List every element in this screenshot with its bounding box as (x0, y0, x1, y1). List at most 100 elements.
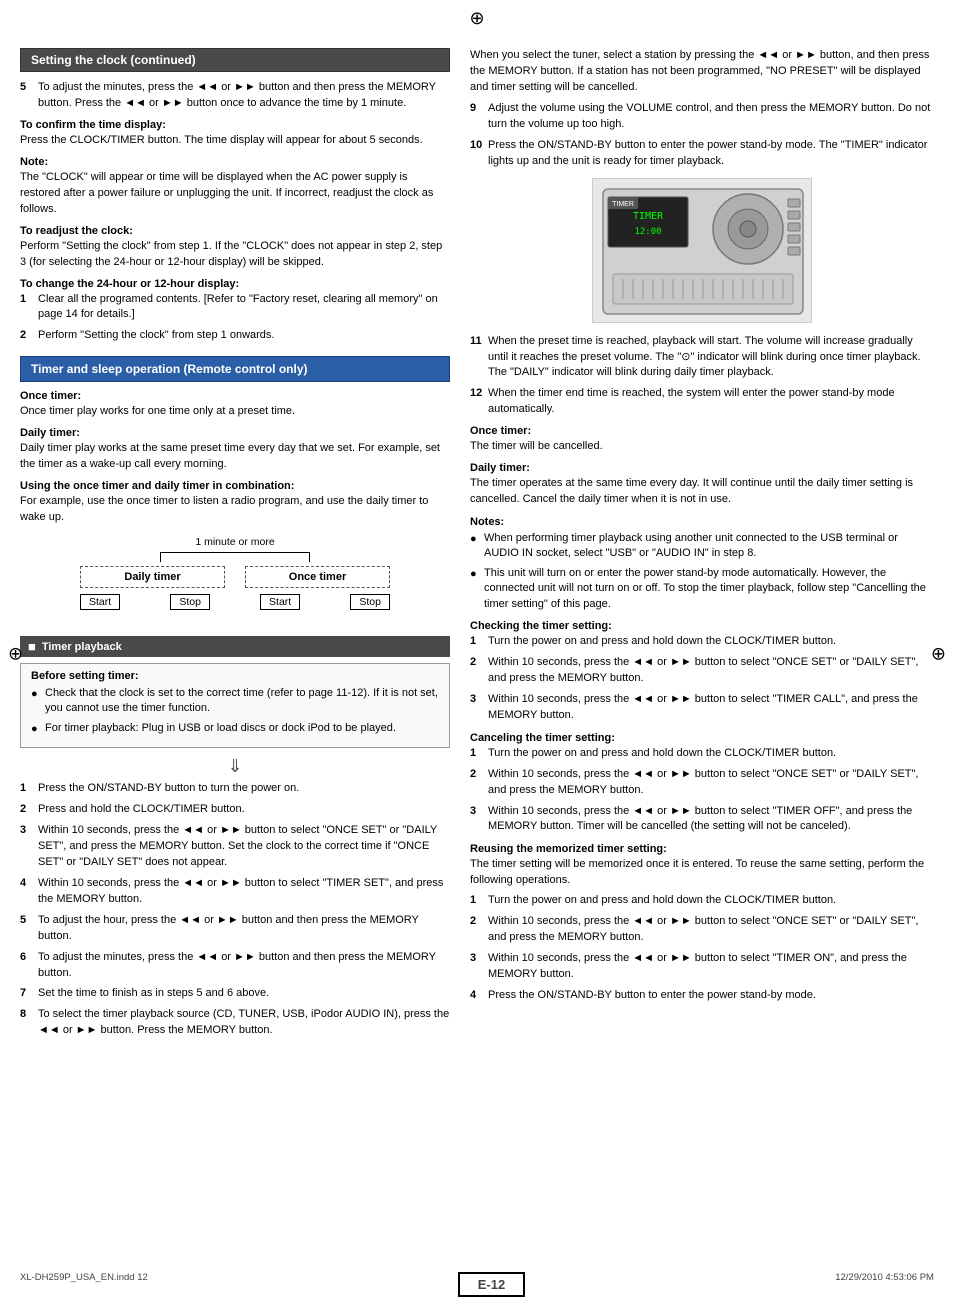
diagram-stop1: Stop (170, 594, 210, 610)
change24-step1-num: 1 (20, 292, 34, 324)
note-bullet1: ● When performing timer playback using a… (470, 531, 934, 562)
cancelling-heading: Canceling the timer setting: (470, 732, 934, 744)
pb-step-4-num: 4 (20, 876, 34, 908)
once-timer-heading: Once timer: (20, 390, 450, 402)
step-12-content: When the timer end time is reached, the … (488, 386, 934, 418)
check-step-3: 3 Within 10 seconds, press the ◄◄ or ►► … (470, 692, 934, 724)
step-12: 12 When the timer end time is reached, t… (470, 386, 934, 418)
pb-step-6-content: To adjust the minutes, press the ◄◄ or ►… (38, 950, 450, 982)
check-step-2-content: Within 10 seconds, press the ◄◄ or ►► bu… (488, 655, 934, 687)
reuse-step-3-num: 3 (470, 951, 484, 983)
step-11-num: 11 (470, 334, 484, 382)
reuse-step-1: 1 Turn the power on and press and hold d… (470, 893, 934, 909)
cancel-step-1-content: Turn the power on and press and hold dow… (488, 746, 934, 762)
timer-playback-section: ■ Timer playback (20, 636, 450, 657)
readjust-heading: To readjust the clock: (20, 225, 450, 237)
bullet-dot-2: ● (31, 722, 45, 737)
change24-step2-num: 2 (20, 328, 34, 344)
diagram-once-box: Once timer (245, 566, 390, 588)
pb-step-2-content: Press and hold the CLOCK/TIMER button. (38, 802, 450, 818)
device-svg: TIMER 12:00 TIMER (592, 178, 812, 323)
notes-section: Notes: ● When performing timer playback … (470, 516, 934, 612)
diagram-buttons: Start Stop Start Stop (75, 594, 395, 610)
daily-timer-heading: Daily timer: (20, 427, 450, 439)
change24-step1: 1 Clear all the programed contents. [Ref… (20, 292, 450, 324)
step-12-num: 12 (470, 386, 484, 418)
before-setting-box: Before setting timer: ● Check that the c… (20, 663, 450, 748)
before-title: Before setting timer: (31, 670, 439, 682)
section-setting-clock-header: Setting the clock (continued) (20, 48, 450, 72)
note-bullet2-text: This unit will turn on or enter the powe… (484, 566, 934, 612)
check-step-1-num: 1 (470, 634, 484, 650)
pb-step-6-num: 6 (20, 950, 34, 982)
pb-step-4: 4 Within 10 seconds, press the ◄◄ or ►► … (20, 876, 450, 908)
readjust-text: Perform "Setting the clock" from step 1.… (20, 239, 450, 271)
change24-step2-content: Perform "Setting the clock" from step 1 … (38, 328, 450, 344)
before-bullet2: ● For timer playback: Plug in USB or loa… (31, 721, 439, 737)
before-bullet2-text: For timer playback: Plug in USB or load … (45, 721, 396, 736)
main-columns: Setting the clock (continued) 5 To adjus… (20, 48, 934, 1044)
svg-text:12:00: 12:00 (634, 227, 661, 237)
check-step-3-num: 3 (470, 692, 484, 724)
right-column: When you select the tuner, select a stat… (470, 48, 934, 1044)
step8-text: When you select the tuner, select a stat… (470, 48, 934, 96)
pb-step-8: 8 To select the timer playback source (C… (20, 1007, 450, 1039)
reusing-heading: Reusing the memorized timer setting: (470, 843, 934, 855)
file-info: XL-DH259P_USA_EN.indd 12 (20, 1272, 148, 1297)
pb-step-7-content: Set the time to finish as in steps 5 and… (38, 986, 450, 1002)
bullet-dot-1: ● (31, 687, 45, 702)
timer-diagram: 1 minute or more Daily timer Once timer … (75, 536, 395, 626)
before-bullet1: ● Check that the clock is set to the cor… (31, 686, 439, 717)
arrow-down: ⇓ (20, 756, 450, 777)
note-bullet-dot-1: ● (470, 532, 484, 547)
pb-step-2-num: 2 (20, 802, 34, 818)
check-step-3-content: Within 10 seconds, press the ◄◄ or ►► bu… (488, 692, 934, 724)
pb-step-1-content: Press the ON/STAND-BY button to turn the… (38, 781, 450, 797)
step-9-content: Adjust the volume using the VOLUME contr… (488, 101, 934, 133)
note-bullet1-text: When performing timer playback using ano… (484, 531, 934, 562)
notes-title: Notes: (470, 516, 934, 528)
confirm-text: Press the CLOCK/TIMER button. The time d… (20, 133, 450, 149)
reuse-step-3: 3 Within 10 seconds, press the ◄◄ or ►► … (470, 951, 934, 983)
combo-heading: Using the once timer and daily timer in … (20, 480, 450, 492)
diagram-daily-box: Daily timer (80, 566, 225, 588)
reuse-step-1-num: 1 (470, 893, 484, 909)
note-heading: Note: (20, 156, 450, 168)
once-timer-end-heading: Once timer: (470, 425, 934, 437)
before-bullet1-text: Check that the clock is set to the corre… (45, 686, 439, 717)
reuse-step-4-num: 4 (470, 988, 484, 1004)
pb-step-5-content: To adjust the hour, press the ◄◄ or ►► b… (38, 913, 450, 945)
daily-timer-end-text: The timer operates at the same time ever… (470, 476, 934, 508)
reuse-step-4: 4 Press the ON/STAND-BY button to enter … (470, 988, 934, 1004)
check-step-1: 1 Turn the power on and press and hold d… (470, 634, 934, 650)
pb-step-3-content: Within 10 seconds, press the ◄◄ or ►► bu… (38, 823, 450, 871)
note-bullet-dot-2: ● (470, 567, 484, 582)
cancel-step-2-num: 2 (470, 767, 484, 799)
timer-playback-header: ■ Timer playback (20, 636, 450, 657)
reuse-step-3-content: Within 10 seconds, press the ◄◄ or ►► bu… (488, 951, 934, 983)
diagram-brace (160, 552, 310, 562)
combo-text: For example, use the once timer to liste… (20, 494, 450, 526)
check-step-1-content: Turn the power on and press and hold dow… (488, 634, 934, 650)
pb-step-5: 5 To adjust the hour, press the ◄◄ or ►►… (20, 913, 450, 945)
once-timer-end-text: The timer will be cancelled. (470, 439, 934, 455)
cancel-step-2: 2 Within 10 seconds, press the ◄◄ or ►► … (470, 767, 934, 799)
checking-heading: Checking the timer setting: (470, 620, 934, 632)
pb-step-1: 1 Press the ON/STAND-BY button to turn t… (20, 781, 450, 797)
step-10-content: Press the ON/STAND-BY button to enter th… (488, 138, 934, 170)
reuse-step-2: 2 Within 10 seconds, press the ◄◄ or ►► … (470, 914, 934, 946)
left-column: Setting the clock (continued) 5 To adjus… (20, 48, 450, 1044)
reuse-step-4-content: Press the ON/STAND-BY button to enter th… (488, 988, 934, 1004)
pb-step-7-num: 7 (20, 986, 34, 1002)
cancel-step-3-content: Within 10 seconds, press the ◄◄ or ►► bu… (488, 804, 934, 836)
cancel-step-1-num: 1 (470, 746, 484, 762)
step-9-num: 9 (470, 101, 484, 133)
daily-timer-end-heading: Daily timer: (470, 462, 934, 474)
step-5: 5 To adjust the minutes, press the ◄◄ or… (20, 80, 450, 112)
pb-step-6: 6 To adjust the minutes, press the ◄◄ or… (20, 950, 450, 982)
step-11-content: When the preset time is reached, playbac… (488, 334, 934, 382)
step-9: 9 Adjust the volume using the VOLUME con… (470, 101, 934, 133)
cancel-step-3: 3 Within 10 seconds, press the ◄◄ or ►► … (470, 804, 934, 836)
pb-step-4-content: Within 10 seconds, press the ◄◄ or ►► bu… (38, 876, 450, 908)
step-5-num: 5 (20, 80, 34, 112)
